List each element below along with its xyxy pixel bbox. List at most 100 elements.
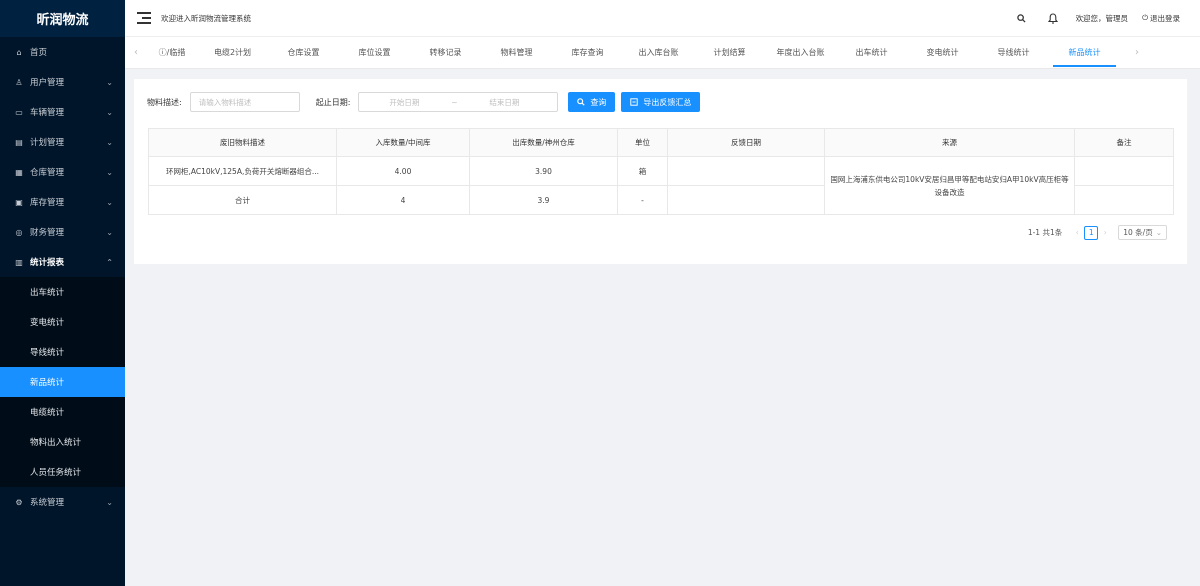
- inventory-icon: ▣: [15, 197, 23, 207]
- document-icon: ▤: [15, 137, 23, 147]
- sidebar-item-label: 财务管理: [30, 228, 65, 238]
- sidebar-item-label: 系统管理: [30, 498, 65, 508]
- table-row: 环网柜,AC10kV,125A,负荷开关熔断器组合... 4.00 3.90 箱…: [148, 156, 1174, 215]
- export-icon: [630, 98, 639, 106]
- app-logo: 昕润物流: [0, 0, 125, 37]
- date-label: 起止日期:: [315, 97, 351, 107]
- menu-toggle-icon[interactable]: [137, 12, 151, 24]
- column-header: 单位: [617, 128, 668, 157]
- sidebar-item-home[interactable]: ⌂ 首页: [0, 37, 125, 67]
- sidebar-item-system[interactable]: ⚙ 系统管理 ⌄: [0, 487, 125, 517]
- tab-item[interactable]: 仓库设置: [268, 37, 339, 69]
- sidebar-subitem-new-product-stats[interactable]: 新品统计: [0, 367, 125, 397]
- start-date-input[interactable]: 开始日期: [359, 97, 449, 108]
- tab-scroll-left-icon[interactable]: ‹: [125, 47, 147, 58]
- tab-item[interactable]: 出车统计: [836, 37, 907, 69]
- sidebar-subitem-material-io-stats[interactable]: 物料出入统计: [0, 427, 125, 457]
- stats-table: 废旧物料描述 入库数量/中间库 出库数量/神州仓库 单位 反馈日期 来源 备注 …: [148, 128, 1174, 215]
- sidebar-item-label: 仓库管理: [30, 168, 65, 178]
- cell-out-qty: 3.90: [469, 156, 618, 186]
- reports-submenu: 出车统计 变电统计 导线统计 新品统计 电缆统计 物料出入统计 人员任务统计: [0, 277, 125, 487]
- welcome-text: 欢迎进入昕润物流管理系统: [161, 13, 251, 23]
- search-icon[interactable]: [1016, 13, 1026, 23]
- tab-item[interactable]: 导线统计: [978, 37, 1049, 69]
- sidebar-item-warehouse[interactable]: ▦ 仓库管理 ⌄: [0, 157, 125, 187]
- chevron-down-icon: ⌄: [106, 137, 113, 147]
- query-button[interactable]: 查询: [568, 92, 616, 112]
- tab-item[interactable]: 库位设置: [339, 37, 410, 69]
- sidebar-item-users[interactable]: ♙ 用户管理 ⌄: [0, 67, 125, 97]
- prev-page-icon[interactable]: ‹: [1070, 226, 1084, 240]
- sidebar-item-label: 首页: [30, 48, 48, 58]
- cell-unit: 箱: [617, 156, 668, 186]
- sidebar-item-vehicles[interactable]: ▭ 车辆管理 ⌄: [0, 97, 125, 127]
- next-page-icon[interactable]: ›: [1098, 226, 1112, 240]
- material-label: 物料描述:: [147, 97, 182, 107]
- sidebar-item-reports[interactable]: ▥ 统计报表 ⌃: [0, 247, 125, 277]
- page-size-select[interactable]: 10 条/页 ⌄: [1118, 225, 1167, 240]
- logout-button[interactable]: ⏻ 退出登录: [1142, 13, 1180, 24]
- car-icon: ▭: [15, 107, 23, 117]
- date-range-picker[interactable]: 开始日期 ~ 结束日期: [358, 92, 559, 112]
- column-header: 出库数量/神州仓库: [469, 128, 618, 157]
- sidebar-item-label: 计划管理: [30, 138, 65, 148]
- logout-label: 退出登录: [1150, 13, 1180, 23]
- tab-item[interactable]: 物料管理: [481, 37, 552, 69]
- warehouse-icon: ▦: [15, 167, 23, 177]
- sidebar-subitem-substation-stats[interactable]: 变电统计: [0, 307, 125, 337]
- content-panel: 物料描述: 请输入物料描述 起止日期: 开始日期 ~ 结束日期 查询 导出反馈汇…: [134, 79, 1187, 264]
- chevron-down-icon: ⌄: [106, 227, 113, 237]
- finance-icon: ◎: [15, 227, 23, 237]
- tab-item[interactable]: 出入库台账: [623, 37, 694, 69]
- tab-item[interactable]: 库存查询: [552, 37, 623, 69]
- filter-bar: 物料描述: 请输入物料描述 起止日期: 开始日期 ~ 结束日期 查询 导出反馈汇…: [147, 92, 701, 112]
- cell-desc: 环网柜,AC10kV,125A,负荷开关熔断器组合...: [148, 156, 337, 186]
- tab-item[interactable]: 计划结算: [694, 37, 765, 69]
- export-label: 导出反馈汇总: [643, 97, 692, 107]
- tab-item[interactable]: 年度出入台账: [765, 37, 836, 69]
- tab-item[interactable]: 电缆2计划: [197, 37, 268, 69]
- tab-item[interactable]: 变电统计: [907, 37, 978, 69]
- tab-scroll-right-icon[interactable]: ›: [1126, 47, 1148, 58]
- sidebar-item-finance[interactable]: ◎ 财务管理 ⌄: [0, 217, 125, 247]
- tabs-bar: ‹ ⓘ/临措 电缆2计划 仓库设置 库位设置 转移记录 物料管理 库存查询 出入…: [125, 37, 1200, 69]
- home-icon: ⌂: [16, 47, 22, 57]
- gear-icon: ⚙: [15, 497, 23, 507]
- chevron-down-icon: ⌄: [106, 107, 113, 117]
- tab-item[interactable]: ⓘ/临措: [147, 37, 197, 69]
- chevron-down-icon: ⌄: [106, 197, 113, 207]
- sidebar-subitem-personnel-task-stats[interactable]: 人员任务统计: [0, 457, 125, 487]
- table-header-row: 废旧物料描述 入库数量/中间库 出库数量/神州仓库 单位 反馈日期 来源 备注: [148, 128, 1174, 157]
- chevron-down-icon: ⌄: [106, 77, 113, 87]
- page-number[interactable]: 1: [1084, 225, 1099, 240]
- material-placeholder: 请输入物料描述: [198, 97, 252, 107]
- sidebar-item-inventory[interactable]: ▣ 库存管理 ⌄: [0, 187, 125, 217]
- top-header: 欢迎进入昕润物流管理系统 欢迎您，管理员 ⏻ 退出登录: [125, 0, 1200, 37]
- sidebar-subitem-cable-stats[interactable]: 电缆统计: [0, 397, 125, 427]
- end-date-input[interactable]: 结束日期: [459, 97, 549, 108]
- cell-total-date: [667, 185, 825, 215]
- bell-icon[interactable]: [1047, 12, 1058, 24]
- chevron-down-icon: ⌄: [1155, 228, 1162, 237]
- chevron-up-icon: ⌃: [106, 257, 113, 267]
- material-search-input[interactable]: 请输入物料描述: [189, 92, 300, 112]
- cell-total-out: 3.9: [469, 185, 618, 215]
- cell-total-in: 4: [336, 185, 470, 215]
- column-header: 入库数量/中间库: [336, 128, 470, 157]
- sidebar-item-label: 车辆管理: [30, 108, 65, 118]
- tab-new-product-stats[interactable]: 新品统计: [1049, 37, 1120, 69]
- search-icon: [577, 98, 586, 106]
- cell-total-label: 合计: [148, 185, 337, 215]
- cell-total-remark: [1074, 185, 1174, 215]
- tab-item[interactable]: 转移记录: [410, 37, 481, 69]
- logout-icon: ⏻: [1142, 13, 1148, 22]
- sidebar-item-plans[interactable]: ▤ 计划管理 ⌄: [0, 127, 125, 157]
- pagination-summary: 1-1 共1条: [1027, 228, 1063, 237]
- sidebar: 昕润物流 ⌂ 首页 ♙ 用户管理 ⌄ ▭ 车辆管理 ⌄ ▤ 计划管理 ⌄ ▦ 仓…: [0, 0, 125, 586]
- export-feedback-button[interactable]: 导出反馈汇总: [621, 92, 701, 112]
- sidebar-subitem-dispatch-stats[interactable]: 出车统计: [0, 277, 125, 307]
- chevron-down-icon: ⌄: [106, 167, 113, 177]
- sidebar-subitem-wire-stats[interactable]: 导线统计: [0, 337, 125, 367]
- page-size-label: 10 条/页: [1123, 228, 1153, 237]
- sidebar-item-label: 库存管理: [30, 198, 65, 208]
